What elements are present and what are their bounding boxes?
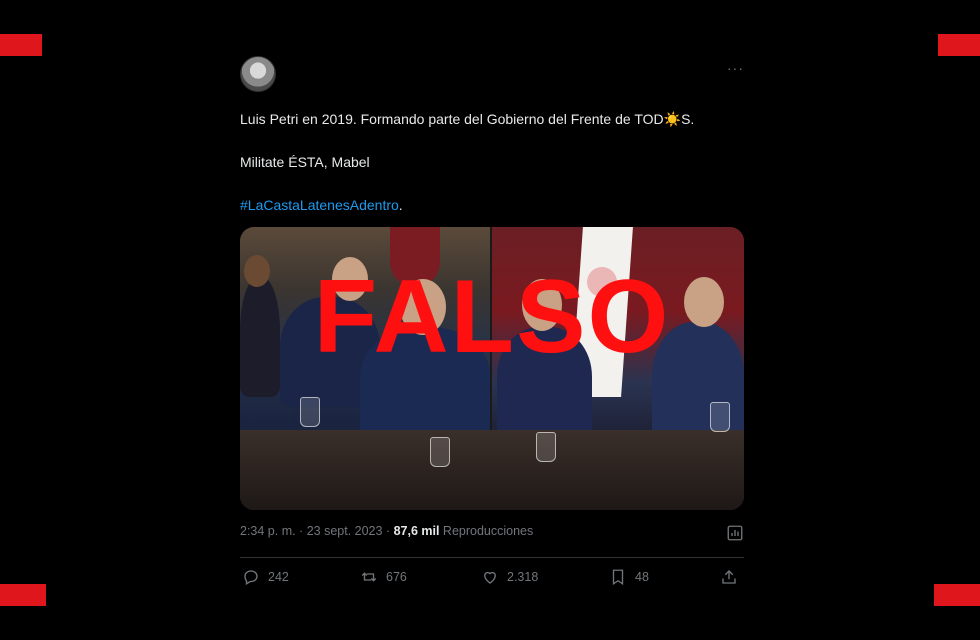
hashtag-link[interactable]: #LaCastaLatenesAdentro — [240, 197, 399, 213]
water-glass — [300, 397, 320, 427]
corner-marker-top-right — [938, 34, 980, 56]
avatar[interactable] — [240, 56, 276, 92]
reply-count: 242 — [268, 570, 289, 584]
hashtag-suffix: . — [398, 197, 403, 213]
water-glass — [430, 437, 450, 467]
tweet-text-part: Luis Petri en 2019. Formando parte del G… — [240, 111, 664, 127]
bookmark-count: 48 — [635, 570, 649, 584]
more-options-icon[interactable]: ··· — [727, 60, 744, 76]
analytics-icon[interactable] — [726, 524, 744, 542]
water-glass — [536, 432, 556, 462]
divider — [240, 557, 744, 558]
tweet-timestamp[interactable]: 2:34 p. m. · 23 sept. 2023 · — [240, 524, 394, 538]
sun-emoji: ☀️ — [663, 111, 682, 127]
tweet-text-line-1: Luis Petri en 2019. Formando parte del G… — [240, 111, 694, 128]
views-count: 87,6 mil — [393, 524, 440, 538]
like-count: 2.318 — [507, 570, 539, 584]
tweet-actions: 242 676 2.318 48 — [240, 568, 744, 592]
corner-marker-bottom-left — [0, 584, 46, 606]
like-icon — [484, 571, 496, 584]
retweet-icon — [361, 572, 377, 582]
like-button[interactable]: 2.318 — [481, 568, 538, 586]
tweet-text-line-2: Militate ÉSTA, Mabel — [240, 154, 370, 170]
corner-marker-bottom-right — [934, 584, 980, 606]
retweet-count: 676 — [386, 570, 407, 584]
tweet-hashtag-line: #LaCastaLatenesAdentro. — [240, 197, 403, 213]
water-glass — [710, 402, 730, 432]
bookmark-button[interactable]: 48 — [609, 568, 649, 586]
share-icon — [722, 570, 736, 584]
retweet-button[interactable]: 676 — [360, 568, 407, 586]
corner-marker-top-left — [0, 34, 42, 56]
reply-button[interactable]: 242 — [242, 568, 289, 586]
reply-icon — [244, 570, 258, 585]
tweet-media[interactable]: FALSO — [240, 227, 744, 510]
tweet-meta: 2:34 p. m. · 23 sept. 2023 · 87,6 mil Re… — [240, 524, 533, 538]
views-label: Reproducciones — [439, 524, 534, 538]
bookmark-icon — [612, 569, 624, 586]
share-button[interactable] — [720, 568, 738, 586]
falso-stamp: FALSO — [313, 259, 671, 375]
meeting-table — [240, 430, 744, 510]
tweet-text-part-end: S. — [681, 111, 695, 127]
